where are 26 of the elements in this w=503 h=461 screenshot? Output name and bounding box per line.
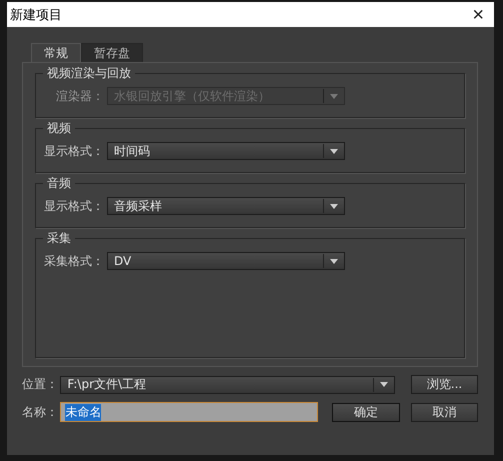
field-label: 采集格式： [44,252,104,270]
name-field[interactable]: 未命名 [60,402,318,422]
browse-button[interactable]: 浏览... [411,375,478,394]
window-title: 新建项目 [10,6,62,24]
caret-icon [330,94,338,98]
field-label: 渲染器： [55,88,104,104]
caret-icon [330,148,338,154]
caret-icon [330,204,338,208]
tab[interactable]: 常规 [31,43,81,62]
ok-button[interactable]: 确定 [332,402,400,422]
group-title: 视频 [43,120,75,137]
field-label: 显示格式： [44,198,104,214]
close-button[interactable]: × [468,4,488,24]
dropdown[interactable]: DV [107,252,345,270]
group-title: 音频 [43,175,75,192]
dropdown[interactable]: 音频采样 [107,197,345,215]
tab[interactable]: 暂存盘 [81,43,143,62]
dropdown[interactable]: 时间码 [107,142,345,160]
field-label: 位置： [22,376,58,393]
group-title: 视频渲染与回放 [43,65,135,82]
field-label: 显示格式： [44,142,104,160]
caret-icon [330,258,338,264]
field-label: 名称： [22,404,58,420]
location-dropdown[interactable]: F:\pr文件\工程 [60,376,396,394]
caret-icon [380,382,388,387]
cancel-button[interactable]: 取消 [411,402,478,422]
